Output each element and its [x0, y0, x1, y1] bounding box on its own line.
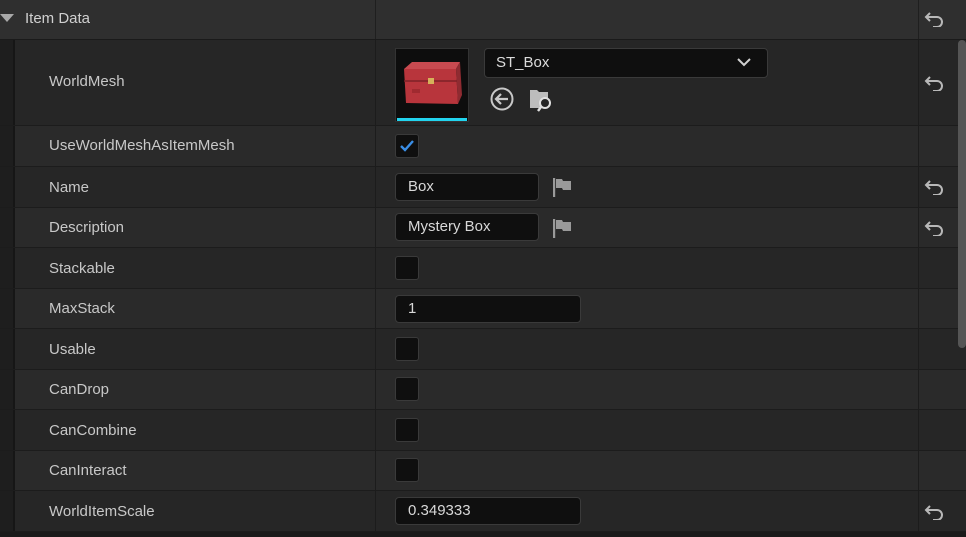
column-divider[interactable] [375, 40, 376, 125]
property-label: CanCombine [49, 422, 137, 439]
description-text-field[interactable]: Mystery Box [395, 213, 539, 241]
reset-column-divider [918, 126, 919, 166]
details-panel: Item Data WorldMesh ST_Box UseWorldMeshA… [0, 0, 966, 537]
collapse-arrow-icon[interactable] [0, 14, 14, 22]
column-divider[interactable] [375, 491, 376, 531]
max-stack-number-field[interactable]: 1 [395, 295, 581, 323]
column-divider[interactable] [375, 0, 376, 39]
property-row-usable: Usable [0, 329, 966, 370]
reset-column-divider [918, 410, 919, 450]
property-row-description: Description Mystery Box [0, 208, 966, 248]
chevron-down-icon [737, 58, 751, 67]
column-divider[interactable] [375, 248, 376, 288]
row-indent [0, 126, 15, 166]
property-row-name: Name Box [0, 167, 966, 208]
column-divider[interactable] [375, 167, 376, 207]
reset-column-divider [918, 40, 919, 125]
property-label: WorldMesh [49, 73, 125, 90]
can-combine-checkbox[interactable] [395, 418, 419, 442]
localization-flag-icon[interactable] [552, 177, 572, 197]
property-label: CanInteract [49, 462, 127, 479]
property-row-world-item-scale: WorldItemScale 0.349333 [0, 491, 966, 532]
mesh-thumbnail[interactable] [395, 48, 469, 122]
reset-column-divider [918, 451, 919, 490]
row-indent [0, 248, 15, 288]
property-row-can-combine: CanCombine [0, 410, 966, 451]
reset-to-default-icon[interactable] [924, 11, 944, 27]
property-row-max-stack: MaxStack 1 [0, 289, 966, 329]
column-divider[interactable] [375, 289, 376, 328]
row-indent [0, 410, 15, 450]
property-row-world-mesh: WorldMesh ST_Box [0, 40, 966, 126]
can-drop-checkbox[interactable] [395, 377, 419, 401]
property-label: WorldItemScale [49, 503, 155, 520]
reset-to-default-icon[interactable] [924, 179, 944, 195]
reset-column-divider [918, 370, 919, 409]
property-row-can-interact: CanInteract [0, 451, 966, 491]
world-item-scale-number-field[interactable]: 0.349333 [395, 497, 581, 525]
column-divider[interactable] [375, 370, 376, 409]
reset-column-divider [918, 289, 919, 328]
property-label: UseWorldMeshAsItemMesh [49, 137, 235, 154]
category-title: Item Data [25, 10, 91, 27]
mesh-preview-image [396, 49, 468, 117]
use-world-mesh-checkbox[interactable] [395, 134, 419, 158]
property-row-can-drop: CanDrop [0, 370, 966, 410]
row-indent [0, 289, 15, 328]
property-label: Stackable [49, 260, 115, 277]
usable-checkbox[interactable] [395, 337, 419, 361]
column-divider[interactable] [375, 208, 376, 247]
reset-to-default-icon[interactable] [924, 220, 944, 236]
localization-flag-icon[interactable] [552, 218, 572, 238]
reset-column-divider [918, 208, 919, 247]
row-indent [0, 370, 15, 409]
checkmark-icon [400, 140, 414, 152]
row-indent [0, 329, 15, 369]
reset-to-default-icon[interactable] [924, 504, 944, 520]
property-label: Usable [49, 341, 96, 358]
row-indent [0, 40, 15, 125]
reset-column-divider [918, 248, 919, 288]
property-label: MaxStack [49, 300, 115, 317]
use-selected-asset-icon[interactable] [489, 86, 515, 112]
asset-type-color-bar [397, 118, 467, 121]
property-label: Name [49, 179, 90, 196]
property-label: Description [49, 219, 125, 236]
browse-asset-icon[interactable] [528, 86, 554, 112]
column-divider[interactable] [375, 329, 376, 369]
asset-picker-combo[interactable]: ST_Box [484, 48, 768, 78]
property-row-use-world-mesh: UseWorldMeshAsItemMesh [0, 126, 966, 167]
column-divider[interactable] [375, 410, 376, 450]
property-label: CanDrop [49, 381, 110, 398]
row-indent [0, 167, 15, 207]
name-text-field[interactable]: Box [395, 173, 539, 201]
row-indent [0, 208, 15, 247]
column-divider[interactable] [375, 451, 376, 490]
asset-name: ST_Box [496, 54, 550, 71]
reset-column-divider [918, 329, 919, 369]
reset-column-divider [918, 167, 919, 207]
row-indent [0, 491, 15, 531]
row-indent [0, 451, 15, 490]
column-divider[interactable] [375, 126, 376, 166]
reset-column-divider [918, 491, 919, 531]
reset-column-divider [918, 0, 919, 39]
category-header-item-data[interactable]: Item Data [0, 0, 966, 40]
property-row-stackable: Stackable [0, 248, 966, 289]
reset-to-default-icon[interactable] [924, 75, 944, 91]
stackable-checkbox[interactable] [395, 256, 419, 280]
vertical-scrollbar[interactable] [958, 40, 966, 348]
can-interact-checkbox[interactable] [395, 458, 419, 482]
